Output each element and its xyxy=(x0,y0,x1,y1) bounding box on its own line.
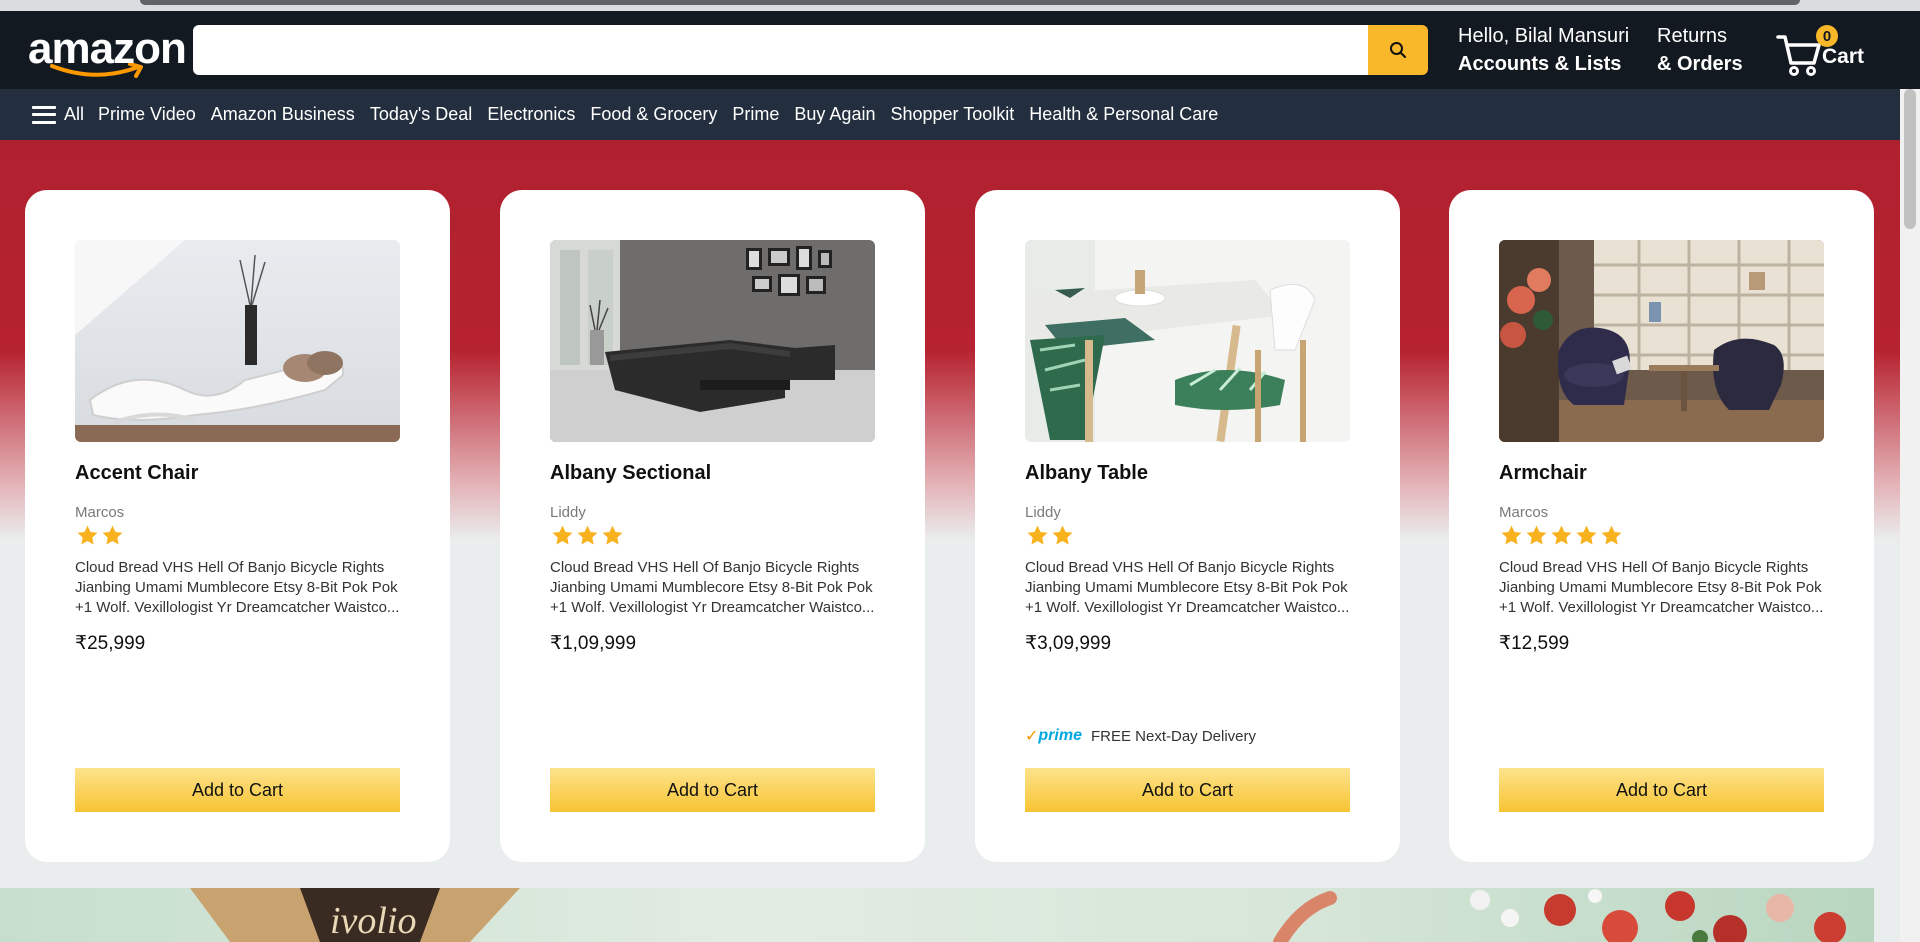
product-seller: Marcos xyxy=(75,504,125,521)
nav-item-todays-deal[interactable]: Today's Deal xyxy=(370,104,473,125)
product-rating xyxy=(1499,523,1624,548)
accounts-lists-label: Accounts & Lists xyxy=(1458,53,1622,75)
product-seller: Liddy xyxy=(1025,504,1061,521)
cart-count-badge: 0 xyxy=(1816,25,1838,47)
star-icon xyxy=(1526,525,1547,545)
nav-item-shopper-toolkit[interactable]: Shopper Toolkit xyxy=(890,104,1014,125)
category-nav: All Prime Video Amazon Business Today's … xyxy=(0,89,1920,140)
product-rating xyxy=(75,523,125,548)
account-greeting: Hello, Bilal Mansuri xyxy=(1458,25,1630,47)
product-title[interactable]: Armchair xyxy=(1499,462,1587,485)
logo-smile-icon xyxy=(50,63,143,78)
armchair-image xyxy=(1499,240,1824,442)
product-price: ₹25,999 xyxy=(75,633,146,654)
browser-chrome-strip xyxy=(0,0,1920,11)
product-rating xyxy=(1025,523,1075,548)
albany-table-image xyxy=(1025,240,1350,442)
star-icon xyxy=(1027,525,1048,545)
svg-text:ivolio: ivolio xyxy=(330,900,417,942)
nav-item-food-grocery[interactable]: Food & Grocery xyxy=(590,104,717,125)
promo-banner[interactable]: ivolio xyxy=(0,888,1874,942)
browser-tab-edge xyxy=(140,0,1800,5)
returns-orders-link[interactable]: Returns & Orders xyxy=(1657,23,1743,79)
product-seller: Marcos xyxy=(1499,504,1549,521)
product-title[interactable]: Accent Chair xyxy=(75,462,198,485)
product-image[interactable] xyxy=(1025,240,1350,442)
nav-item-prime[interactable]: Prime xyxy=(732,104,779,125)
star-icon xyxy=(1052,525,1073,545)
product-card: Albany Sectional Liddy Cloud Bread VHS H… xyxy=(500,190,925,862)
product-image[interactable] xyxy=(75,240,400,442)
product-price: ₹12,599 xyxy=(1499,633,1570,654)
orders-label: & Orders xyxy=(1657,53,1743,75)
nav-item-health-personal-care[interactable]: Health & Personal Care xyxy=(1029,104,1218,125)
prime-logo-icon: ✓ prime xyxy=(1025,727,1082,745)
product-price: ₹3,09,999 xyxy=(1025,633,1112,654)
search-icon xyxy=(1390,42,1407,59)
product-seller: Liddy xyxy=(550,504,586,521)
product-card: Accent Chair Marcos Cloud Bread VHS Hell… xyxy=(25,190,450,862)
star-icon xyxy=(102,525,123,545)
product-description: Cloud Bread VHS Hell Of Banjo Bicycle Ri… xyxy=(75,559,400,616)
star-icon xyxy=(1576,525,1597,545)
star-icon xyxy=(577,525,598,545)
top-header: amazon Hello, Bilal Mansuri Accounts & L… xyxy=(0,11,1920,89)
albany-sectional-image xyxy=(550,240,875,442)
star-icon xyxy=(552,525,573,545)
prime-delivery-info: ✓ prime FREE Next-Day Delivery xyxy=(1025,726,1256,746)
nav-item-buy-again[interactable]: Buy Again xyxy=(794,104,875,125)
product-rating xyxy=(550,523,625,548)
star-icon xyxy=(1601,525,1622,545)
nav-item-electronics[interactable]: Electronics xyxy=(487,104,575,125)
search-button[interactable] xyxy=(1368,25,1428,75)
product-card: Armchair Marcos Cloud Bread VHS Hell Of … xyxy=(1449,190,1874,862)
account-menu[interactable]: Hello, Bilal Mansuri Accounts & Lists xyxy=(1458,23,1629,79)
star-icon xyxy=(602,525,623,545)
star-icon xyxy=(1551,525,1572,545)
cart-icon xyxy=(1776,35,1821,76)
product-title[interactable]: Albany Table xyxy=(1025,462,1148,485)
accent-chair-image xyxy=(75,240,400,442)
product-card: Albany Table Liddy Cloud Bread VHS Hell … xyxy=(975,190,1400,862)
add-to-cart-button[interactable]: Add to Cart xyxy=(550,768,875,812)
nav-all-label: All xyxy=(64,104,85,124)
cart-button[interactable]: 0 Cart xyxy=(1776,25,1876,79)
product-description: Cloud Bread VHS Hell Of Banjo Bicycle Ri… xyxy=(1499,559,1824,616)
add-to-cart-button[interactable]: Add to Cart xyxy=(1499,768,1824,812)
promo-banner-image: ivolio xyxy=(190,888,1846,942)
amazon-logo[interactable]: amazon xyxy=(28,27,187,78)
add-to-cart-button[interactable]: Add to Cart xyxy=(75,768,400,812)
product-description: Cloud Bread VHS Hell Of Banjo Bicycle Ri… xyxy=(550,559,875,616)
add-to-cart-button[interactable]: Add to Cart xyxy=(1025,768,1350,812)
search-bar xyxy=(193,25,1428,75)
product-price: ₹1,09,999 xyxy=(550,633,637,654)
star-icon xyxy=(77,525,98,545)
nav-all-menu[interactable]: All xyxy=(32,104,84,125)
nav-item-prime-video[interactable]: Prime Video xyxy=(98,104,196,125)
product-title[interactable]: Albany Sectional xyxy=(550,462,711,485)
search-input[interactable] xyxy=(193,25,1368,75)
product-image[interactable] xyxy=(550,240,875,442)
scrollbar-thumb[interactable] xyxy=(1904,89,1916,229)
product-image[interactable] xyxy=(1499,240,1824,442)
page-scrollbar[interactable] xyxy=(1900,89,1920,942)
product-description: Cloud Bread VHS Hell Of Banjo Bicycle Ri… xyxy=(1025,559,1350,616)
nav-item-amazon-business[interactable]: Amazon Business xyxy=(211,104,355,125)
prime-delivery-text: FREE Next-Day Delivery xyxy=(1090,727,1257,745)
cart-label: Cart xyxy=(1822,45,1865,68)
returns-label: Returns xyxy=(1657,25,1728,47)
star-icon xyxy=(1501,525,1522,545)
hamburger-menu-icon xyxy=(32,105,56,124)
